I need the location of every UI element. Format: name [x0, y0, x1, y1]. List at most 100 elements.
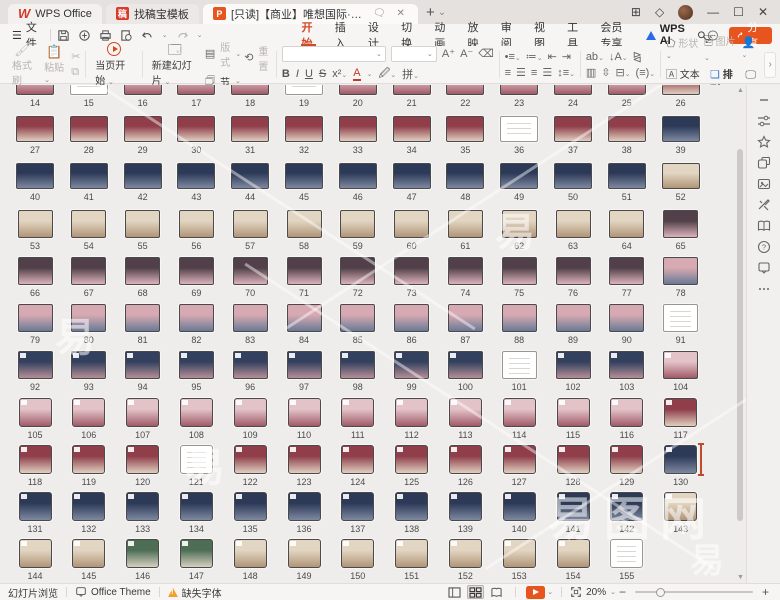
slide-thumbnail-71[interactable]: 71 [277, 257, 331, 298]
undo-chevron-icon[interactable]: ⌄ [162, 31, 168, 39]
zoom-out-button[interactable]: − [616, 585, 629, 599]
slide-thumbnail-77[interactable]: 77 [600, 257, 654, 298]
slide-thumbnail-146[interactable]: 146 [116, 539, 170, 581]
help-icon[interactable]: ? [756, 240, 772, 254]
ribbon-expand-chevron[interactable]: › [764, 52, 776, 78]
collapse-pane-icon[interactable] [756, 93, 772, 107]
material-library-icon[interactable] [756, 156, 772, 170]
text-direction-icon[interactable]: ab⌄ [586, 51, 604, 63]
highlight-button[interactable]: 🖉⌄ [379, 65, 397, 84]
slide-thumbnail-101[interactable]: 101 [492, 351, 546, 392]
workspace-cube-icon[interactable]: ◇ [655, 5, 664, 19]
slide-thumbnail-80[interactable]: 80 [62, 304, 116, 345]
slide-thumbnail-107[interactable]: 107 [116, 398, 170, 440]
slide-thumbnail-126[interactable]: 126 [438, 445, 492, 487]
slide-thumbnail-123[interactable]: 123 [277, 445, 331, 487]
slide-thumbnail-147[interactable]: 147 [169, 539, 223, 581]
slide-thumbnail-100[interactable]: 100 [438, 351, 492, 392]
reset-button[interactable]: ⟲重置 [244, 43, 271, 73]
bullets-button[interactable]: •≡⌄ [505, 51, 521, 63]
menu-tab-审阅[interactable]: 审阅 [492, 24, 523, 46]
slide-thumbnail-51[interactable]: 51 [600, 163, 654, 202]
menu-tab-动画[interactable]: 动画 [425, 24, 456, 46]
zoom-level-label[interactable]: 20% [586, 587, 606, 598]
slide-thumbnail-23[interactable]: 23 [492, 85, 546, 108]
slide-thumbnail-122[interactable]: 122 [223, 445, 277, 487]
slide-thumbnail-21[interactable]: 21 [385, 85, 439, 108]
slide-thumbnail-76[interactable]: 76 [546, 257, 600, 298]
slide-thumbnail-95[interactable]: 95 [169, 351, 223, 392]
slide-thumbnail-59[interactable]: 59 [331, 210, 385, 251]
slide-thumbnail-93[interactable]: 93 [62, 351, 116, 392]
maximize-button[interactable]: ☐ [733, 5, 744, 19]
slide-thumbnail-125[interactable]: 125 [385, 445, 439, 487]
slide-thumbnail-24[interactable]: 24 [546, 85, 600, 108]
slide-thumbnail-60[interactable]: 60 [385, 210, 439, 251]
slide-thumbnail-16[interactable]: 16 [116, 85, 170, 108]
slide-thumbnail-55[interactable]: 55 [116, 210, 170, 251]
slide-thumbnail-33[interactable]: 33 [331, 116, 385, 155]
zoom-slider[interactable] [635, 591, 753, 593]
slide-thumbnail-14[interactable]: 14 [8, 85, 62, 108]
slide-thumbnail-129[interactable]: 129 [600, 445, 654, 487]
slide-thumbnail-27[interactable]: 27 [8, 116, 62, 155]
output-icon[interactable] [78, 29, 91, 42]
slide-thumbnail-105[interactable]: 105 [8, 398, 62, 440]
slide-thumbnail-103[interactable]: 103 [600, 351, 654, 392]
slide-thumbnail-41[interactable]: 41 [62, 163, 116, 202]
slide-thumbnail-57[interactable]: 57 [223, 210, 277, 251]
slide-thumbnail-49[interactable]: 49 [492, 163, 546, 202]
decrease-indent-icon[interactable]: ⇤ [548, 50, 557, 63]
close-tab-icon[interactable]: ✕ [394, 8, 408, 19]
slide-thumbnail-70[interactable]: 70 [223, 257, 277, 298]
text-orientation-icon[interactable]: ↓A⌄ [609, 51, 628, 63]
menu-tab-开始[interactable]: 开始 [293, 24, 324, 46]
slide-thumbnail-68[interactable]: 68 [116, 257, 170, 298]
slide-thumbnail-75[interactable]: 75 [492, 257, 546, 298]
slide-thumbnail-111[interactable]: 111 [331, 398, 385, 440]
slide-thumbnail-40[interactable]: 40 [8, 163, 62, 202]
menu-tab-会员专享[interactable]: 会员专享 [591, 24, 635, 46]
play-from-current-button[interactable]: 当页开始 ⌄ [91, 42, 137, 87]
slide-thumbnail-78[interactable]: 78 [654, 257, 708, 298]
slide-thumbnail-61[interactable]: 61 [438, 210, 492, 251]
slideshow-play-button[interactable] [526, 586, 545, 599]
print-icon[interactable] [99, 29, 112, 42]
slide-thumbnail-48[interactable]: 48 [438, 163, 492, 202]
undo-icon[interactable] [141, 29, 154, 42]
tab-docer-template[interactable]: 稿 找稿宝模板 [106, 4, 199, 24]
align-left-icon[interactable]: ≡ [505, 67, 511, 79]
close-window-button[interactable]: ✕ [758, 5, 768, 19]
slide-thumbnail-153[interactable]: 153 [492, 539, 546, 581]
user-avatar[interactable] [678, 5, 693, 20]
play-options-chevron[interactable]: ⌄ [547, 588, 553, 596]
para-spacing-icon[interactable]: ⇳ [601, 66, 610, 79]
slide-thumbnail-19[interactable]: 19 [277, 85, 331, 108]
clear-format-icon[interactable]: ⌫ [478, 47, 494, 60]
distribute-icon[interactable]: ⊟⌄ [615, 66, 630, 79]
slide-thumbnail-15[interactable]: 15 [62, 85, 116, 108]
cut-icon[interactable]: ✂ [71, 50, 80, 63]
image-tools-icon[interactable] [756, 177, 772, 191]
slide-thumbnail-127[interactable]: 127 [492, 445, 546, 487]
slide-thumbnail-148[interactable]: 148 [223, 539, 277, 581]
theme-name-label[interactable]: Office Theme [91, 587, 151, 598]
slide-thumbnail-154[interactable]: 154 [546, 539, 600, 581]
slide-thumbnail-56[interactable]: 56 [169, 210, 223, 251]
slide-thumbnail-98[interactable]: 98 [331, 351, 385, 392]
menu-tab-设计[interactable]: 设计 [359, 24, 390, 46]
slide-thumbnail-155[interactable]: 155 [600, 539, 654, 581]
slide-thumbnail-152[interactable]: 152 [438, 539, 492, 581]
slide-thumbnail-133[interactable]: 133 [116, 492, 170, 534]
slide-thumbnail-110[interactable]: 110 [277, 398, 331, 440]
menu-tab-放映[interactable]: 放映 [459, 24, 490, 46]
slide-thumbnail-124[interactable]: 124 [331, 445, 385, 487]
picture-button[interactable]: 🖻 图片⌄ [704, 33, 736, 63]
slide-thumbnail-121[interactable]: 121 [169, 445, 223, 487]
scroll-up-icon[interactable]: ▲ [737, 87, 744, 94]
tab-list-chevron-icon[interactable]: ⌄ [435, 7, 449, 18]
menu-tab-插入[interactable]: 插入 [326, 24, 357, 46]
slide-thumbnail-89[interactable]: 89 [546, 304, 600, 345]
slide-thumbnail-22[interactable]: 22 [438, 85, 492, 108]
slide-thumbnail-72[interactable]: 72 [331, 257, 385, 298]
